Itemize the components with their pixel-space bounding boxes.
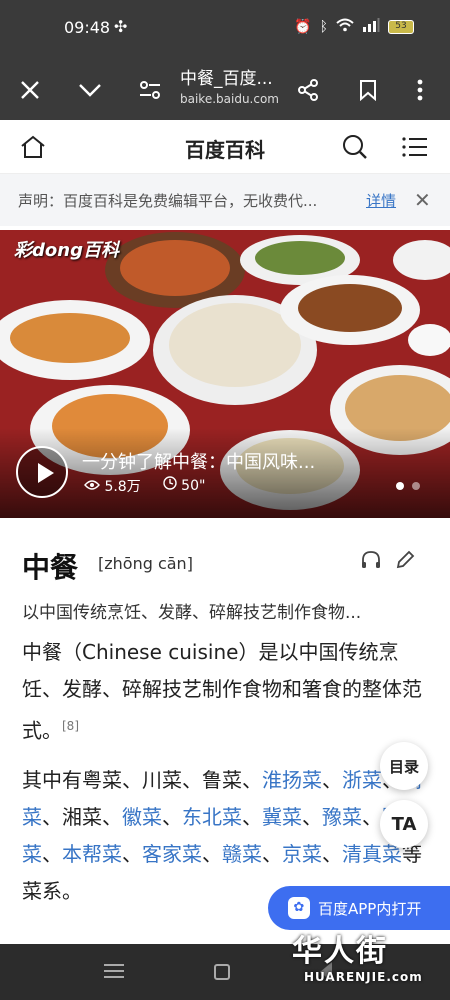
share-icon[interactable] [286, 68, 330, 112]
battery-icon: 53 [388, 20, 414, 34]
cuisine-link[interactable]: 豫菜 [322, 805, 362, 829]
edit-icon[interactable] [394, 550, 416, 574]
page-url[interactable]: baike.baidu.com [180, 92, 279, 106]
separator: 、 [42, 805, 62, 829]
signal-icon [362, 18, 380, 36]
cuisine-link[interactable]: 京菜 [282, 842, 322, 866]
more-icon[interactable] [398, 68, 442, 112]
close-icon[interactable] [8, 68, 52, 112]
disclaimer-banner: 声明：百度百科是免费编辑平台，无收费代... 详情 ✕ [0, 174, 450, 226]
separator: 、 [362, 805, 382, 829]
separator: 、 [102, 805, 122, 829]
cuisine-text: 湘菜 [62, 805, 102, 829]
watermark-cn: 华人街 [292, 934, 388, 969]
brand-watermark: 彩dong百科 [14, 240, 119, 261]
play-icon[interactable] [16, 446, 68, 498]
separator: 、 [262, 842, 282, 866]
eye-icon [84, 480, 100, 490]
cuisine-link[interactable]: 本帮菜 [62, 842, 122, 866]
carousel-dots [396, 482, 420, 490]
open-in-app-label: 百度APP内打开 [318, 899, 422, 918]
view-count: 5.8万 [84, 476, 141, 496]
entry-pinyin: [zhōng cān] [98, 554, 193, 573]
separator: 、 [302, 805, 322, 829]
bluetooth-icon: ᛒ [319, 19, 328, 35]
separator: 、 [42, 842, 62, 866]
carousel-dot[interactable] [412, 482, 420, 490]
close-icon[interactable]: ✕ [414, 188, 431, 212]
watermark: 华人街 HUARENJIE.com [292, 926, 423, 984]
wifi-icon [336, 18, 354, 36]
ta-button[interactable]: TA [380, 800, 428, 848]
cuisine-link[interactable]: 冀菜 [262, 805, 302, 829]
chevron-down-icon[interactable] [68, 68, 112, 112]
cuisine-link[interactable]: 徽菜 [122, 805, 162, 829]
search-icon[interactable] [338, 130, 372, 164]
video-player[interactable]: 彩dong百科 一分钟了解中餐：中国风味... 5.8万 50" [0, 230, 450, 518]
video-duration: 50" [163, 476, 205, 496]
reference-link[interactable]: [8] [62, 719, 79, 733]
disclaimer-details-link[interactable]: 详情 [366, 190, 396, 211]
article-content: 中餐 [zhōng cān] 以中国传统烹饪、发酵、碎解技艺制作食物... 中餐… [0, 518, 450, 944]
site-logo[interactable]: 百度百科 [0, 134, 450, 163]
status-icons: ⏰ ᛒ 53 [294, 18, 414, 36]
cuisine-link[interactable]: 赣菜 [222, 842, 262, 866]
browser-toolbar: 中餐_百度... baike.baidu.com [0, 60, 450, 120]
page-title[interactable]: 中餐_百度... [180, 64, 290, 89]
cuisine-link[interactable]: 浙菜 [342, 768, 382, 792]
site-header: 百度百科 [0, 120, 450, 174]
disclaimer-text: 声明：百度百科是免费编辑平台，无收费代... [18, 192, 318, 210]
carousel-dot-active[interactable] [396, 482, 404, 490]
separator: 、 [162, 805, 182, 829]
headphone-icon[interactable] [360, 550, 382, 574]
cuisine-intro: 其中有粤菜、川菜、鲁菜、 [22, 768, 262, 792]
cuisine-link[interactable]: 淮扬菜 [262, 768, 322, 792]
home-button-icon[interactable] [214, 964, 230, 980]
alarm-icon: ⏰ [294, 19, 312, 35]
baidu-paw-icon: ✿ [288, 897, 310, 919]
site-settings-icon[interactable] [128, 68, 172, 112]
intro-text: 中餐（Chinese cuisine）是以中国传统烹饪、发酵、碎解技艺制作食物和… [22, 640, 422, 743]
separator: 、 [242, 805, 262, 829]
entry-title: 中餐 [22, 551, 79, 584]
separator: 、 [322, 768, 342, 792]
video-title: 一分钟了解中餐：中国风味... [82, 452, 316, 473]
video-meta: 5.8万 50" [84, 476, 205, 496]
cuisine-link[interactable]: 东北菜 [182, 805, 242, 829]
toc-button[interactable]: 目录 [380, 742, 428, 790]
menu-icon[interactable] [398, 130, 432, 164]
separator: 、 [122, 842, 142, 866]
recent-apps-icon[interactable] [104, 964, 124, 982]
cuisine-link[interactable]: 客家菜 [142, 842, 202, 866]
clock-icon [163, 476, 177, 490]
bookmark-icon[interactable] [346, 68, 390, 112]
watermark-en: HUARENJIE.com [304, 970, 423, 984]
entry-summary: 以中国传统烹饪、发酵、碎解技艺制作食物... [22, 603, 362, 623]
separator: 、 [202, 842, 222, 866]
status-time: 09:48 [64, 18, 111, 37]
intro-paragraph: 中餐（Chinese cuisine）是以中国传统烹饪、发酵、碎解技艺制作食物和… [22, 634, 432, 750]
fan-icon: ✣ [114, 17, 128, 36]
open-in-app-button[interactable]: ✿ 百度APP内打开 [268, 886, 450, 930]
status-bar: 09:48 ✣ ⏰ ᛒ 53 [0, 0, 450, 60]
separator: 、 [322, 842, 342, 866]
